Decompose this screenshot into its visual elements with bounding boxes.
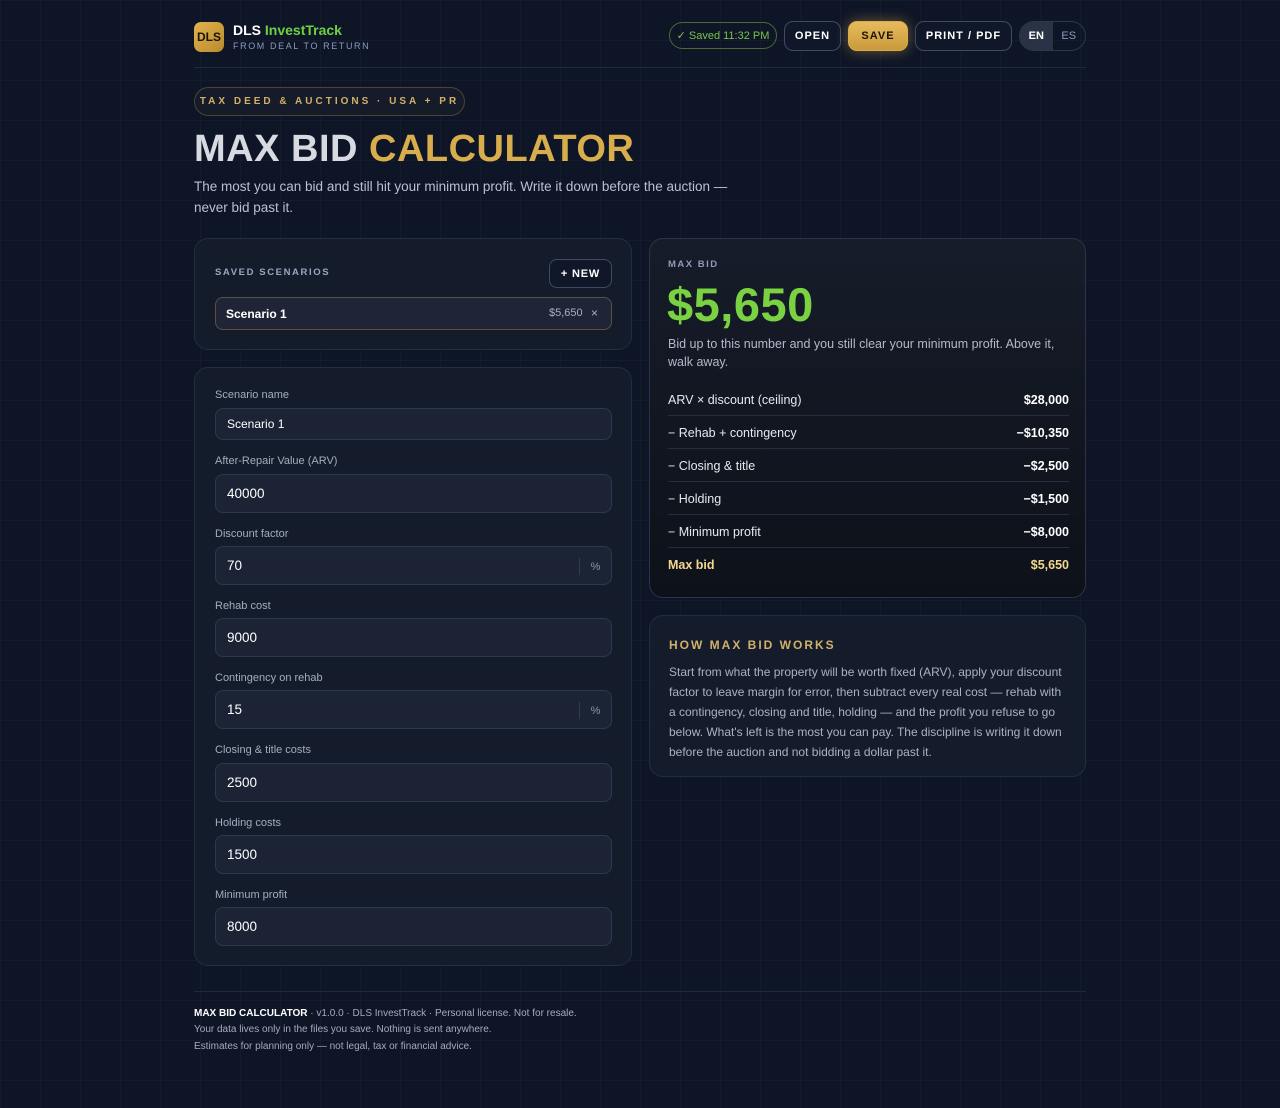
- breakdown-label: − Holding: [668, 492, 722, 506]
- footer-line-1: MAX BID CALCULATOR · v1.0.0 · DLS Invest…: [194, 1008, 577, 1019]
- breakdown-row: − Closing & title −$2,500: [668, 449, 1069, 482]
- footer-line-3: Estimates for planning only — not legal,…: [194, 1041, 472, 1052]
- logo-icon: DLS: [194, 22, 224, 52]
- saved-scenarios-label: SAVED SCENARIOS: [215, 267, 331, 278]
- save-button[interactable]: SAVE: [848, 21, 908, 51]
- minimum-profit-value: 8000: [227, 919, 258, 934]
- new-scenario-button[interactable]: + NEW: [549, 259, 612, 288]
- breakdown-value: −$1,500: [1023, 492, 1069, 506]
- rehab-cost-value: 9000: [227, 630, 258, 645]
- minimum-profit-label: Minimum profit: [215, 889, 288, 901]
- brand-name: DLS InvestTrack: [233, 22, 342, 38]
- breakdown-value: −$10,350: [1016, 426, 1069, 440]
- page-title-part1: MAX BID: [194, 128, 358, 170]
- category-tag: TAX DEED & AUCTIONS · USA + PR: [194, 87, 465, 116]
- arv-value: 40000: [227, 486, 265, 501]
- contingency-label: Contingency on rehab: [215, 672, 323, 684]
- breakdown-label: − Minimum profit: [668, 525, 761, 539]
- how-it-works-card: HOW MAX BID WORKS Start from what the pr…: [649, 615, 1086, 777]
- scenario-item-name: Scenario 1: [226, 307, 287, 321]
- saved-status-badge: ✓ Saved 11:32 PM: [669, 22, 777, 49]
- open-button[interactable]: OPEN: [784, 21, 841, 51]
- footer-line-2: Your data lives only in the files you sa…: [194, 1024, 492, 1035]
- how-it-works-body: Start from what the property will be wor…: [669, 665, 1062, 759]
- brand-accent: InvestTrack: [264, 22, 342, 38]
- breakdown-value: −$8,000: [1023, 525, 1069, 539]
- breakdown-value: $28,000: [1023, 393, 1069, 407]
- close-icon[interactable]: ×: [591, 306, 598, 320]
- rehab-cost-input[interactable]: 9000: [215, 618, 612, 657]
- inputs-card: Scenario name Scenario 1 After-Repair Va…: [194, 367, 632, 966]
- scenario-item-value: $5,650: [549, 307, 583, 319]
- breakdown-total-value: $5,650: [1030, 558, 1069, 572]
- rehab-cost-label: Rehab cost: [215, 600, 271, 612]
- closing-title-input[interactable]: 2500: [215, 763, 612, 802]
- max-bid-result-card: MAX BID $5,650 Bid up to this number and…: [649, 238, 1086, 598]
- arv-label: After-Repair Value (ARV): [215, 455, 338, 467]
- breakdown-row: − Holding −$1,500: [668, 482, 1069, 515]
- contingency-input[interactable]: 15 %: [215, 690, 612, 729]
- scenario-name-label: Scenario name: [215, 389, 289, 401]
- closing-title-value: 2500: [227, 775, 258, 790]
- footer-divider: [194, 991, 1086, 992]
- footer-version: · v1.0.0 · DLS InvestTrack · Personal li…: [307, 1008, 577, 1019]
- breakdown-total-row: Max bid $5,650: [668, 548, 1069, 581]
- page-subtitle: The most you can bid and still hit your …: [194, 179, 728, 215]
- app-header: DLS DLS InvestTrack FROM DEAL TO RETURN …: [194, 20, 1086, 68]
- percent-suffix: %: [579, 558, 611, 575]
- lang-es-button[interactable]: ES: [1053, 22, 1086, 50]
- discount-factor-input[interactable]: 70 %: [215, 546, 612, 585]
- header-divider: [194, 67, 1086, 68]
- breakdown-value: −$2,500: [1023, 459, 1069, 473]
- closing-title-label: Closing & title costs: [215, 744, 311, 756]
- holding-costs-input[interactable]: 1500: [215, 835, 612, 874]
- minimum-profit-input[interactable]: 8000: [215, 907, 612, 946]
- how-it-works-title: HOW MAX BID WORKS: [669, 638, 836, 652]
- holding-costs-label: Holding costs: [215, 817, 282, 829]
- lang-en-button[interactable]: EN: [1020, 22, 1053, 50]
- scenario-item[interactable]: Scenario 1 $5,650 ×: [215, 297, 612, 330]
- footer-app-name: MAX BID CALCULATOR: [194, 1008, 308, 1019]
- print-pdf-button[interactable]: PRINT / PDF: [915, 21, 1012, 51]
- breakdown-total-label: Max bid: [668, 558, 715, 572]
- brand-prefix: DLS: [233, 22, 261, 38]
- discount-factor-value: 70: [227, 558, 243, 573]
- max-bid-label: MAX BID: [668, 259, 719, 270]
- breakdown-label: − Closing & title: [668, 459, 756, 473]
- max-bid-description: Bid up to this number and you still clea…: [668, 337, 1055, 369]
- max-bid-value: $5,650: [667, 278, 814, 331]
- brand-tagline: FROM DEAL TO RETURN: [233, 41, 371, 51]
- holding-costs-value: 1500: [227, 847, 258, 862]
- breakdown-label: − Rehab + contingency: [668, 426, 797, 440]
- saved-scenarios-card: SAVED SCENARIOS + NEW Scenario 1 $5,650 …: [194, 238, 632, 350]
- percent-suffix: %: [579, 702, 611, 719]
- scenario-name-value: Scenario 1: [227, 417, 285, 431]
- language-toggle: EN ES: [1019, 21, 1086, 51]
- breakdown-row: ARV × discount (ceiling) $28,000: [668, 383, 1069, 416]
- discount-factor-label: Discount factor: [215, 528, 289, 540]
- breakdown-row: − Minimum profit −$8,000: [668, 515, 1069, 548]
- contingency-value: 15: [227, 702, 243, 717]
- page-title: MAX BID CALCULATOR: [194, 128, 634, 171]
- breakdown-row: − Rehab + contingency −$10,350: [668, 416, 1069, 449]
- arv-input[interactable]: 40000: [215, 474, 612, 513]
- scenario-name-input[interactable]: Scenario 1: [215, 408, 612, 440]
- page-title-part2: CALCULATOR: [369, 128, 635, 170]
- breakdown-label: ARV × discount (ceiling): [668, 393, 802, 407]
